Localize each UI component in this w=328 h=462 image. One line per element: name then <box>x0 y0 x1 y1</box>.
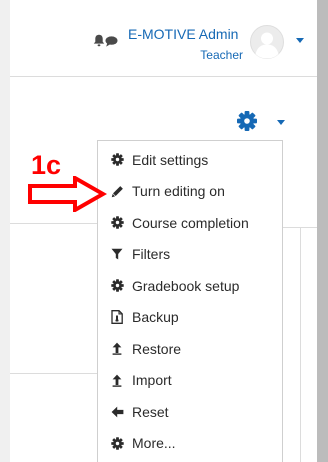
header-card-divider <box>10 223 97 224</box>
menu-item-gradebook-setup[interactable]: Gradebook setup <box>98 270 282 302</box>
menu-item-edit-settings[interactable]: Edit settings <box>98 144 282 176</box>
menu-item-course-completion[interactable]: Course completion <box>98 207 282 239</box>
avatar[interactable] <box>250 25 284 59</box>
menu-item-label: Backup <box>132 309 179 326</box>
gear-icon <box>110 436 124 450</box>
gear-icon <box>110 153 124 167</box>
menu-item-label: Restore <box>132 340 182 357</box>
annotation-arrow-icon <box>27 174 108 214</box>
upload-icon <box>110 342 124 356</box>
menu-item-filters[interactable]: Filters <box>98 239 282 271</box>
filter-icon <box>110 247 124 261</box>
messages-chat-icon[interactable] <box>102 32 120 50</box>
content-divider <box>10 373 97 374</box>
menu-item-label: More... <box>132 435 176 452</box>
menu-item-import[interactable]: Import <box>98 365 282 397</box>
gear-icon <box>110 216 124 230</box>
menu-item-backup[interactable]: Backup <box>98 302 282 334</box>
menu-item-label: Reset <box>132 403 169 420</box>
page-left-edge <box>0 0 10 462</box>
content-card-edge <box>300 227 301 462</box>
menu-item-turn-editing-on[interactable]: Turn editing on <box>98 176 282 208</box>
upload-icon <box>110 373 124 387</box>
course-actions-chevron-down-icon[interactable] <box>277 120 285 125</box>
user-menu-chevron-down-icon[interactable] <box>296 38 304 43</box>
user-menu-name[interactable]: E-MOTIVE Admin <box>128 26 238 42</box>
user-role-label: Teacher <box>200 48 243 62</box>
scrollbar-track[interactable] <box>317 0 328 462</box>
menu-item-label: Import <box>132 372 172 389</box>
menu-item-label: Course completion <box>132 214 249 231</box>
menu-item-more[interactable]: More... <box>98 428 282 460</box>
file-icon <box>110 310 124 325</box>
gear-icon <box>110 279 124 293</box>
menu-item-label: Gradebook setup <box>132 277 240 294</box>
menu-item-label: Filters <box>132 246 171 263</box>
menu-item-restore[interactable]: Restore <box>98 333 282 365</box>
pencil-icon <box>110 184 124 198</box>
menu-item-reset[interactable]: Reset <box>98 396 282 428</box>
menu-item-label: Turn editing on <box>132 183 225 200</box>
navbar-divider <box>10 76 317 77</box>
arrow-left-icon <box>110 405 124 419</box>
course-actions-gear-icon[interactable] <box>236 110 258 132</box>
menu-item-label: Edit settings <box>132 151 209 168</box>
course-actions-menu: Edit settings Turn editing on Course com… <box>97 140 283 462</box>
